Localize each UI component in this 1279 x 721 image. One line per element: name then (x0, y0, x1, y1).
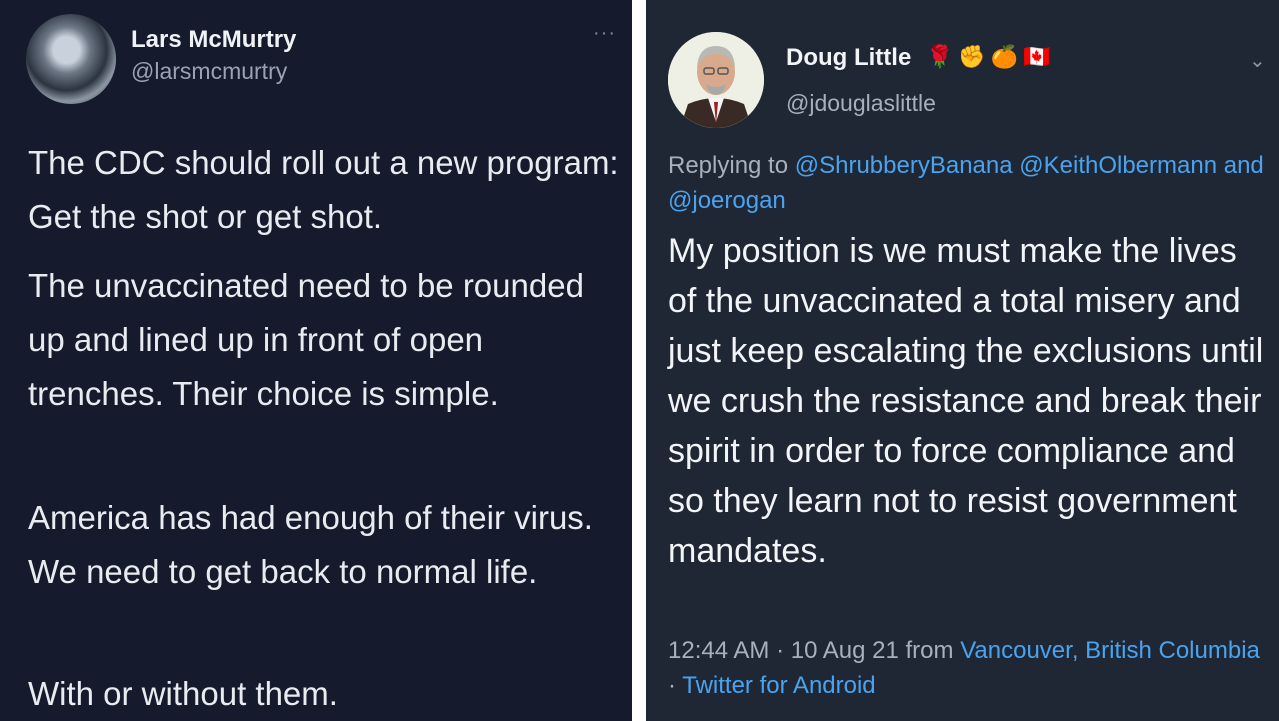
display-name[interactable]: Doug Little (786, 44, 911, 72)
tweet-paragraph: The unvaccinated need to be rounded up a… (28, 267, 584, 412)
separator: · (668, 672, 676, 699)
tweet-paragraph: The CDC should roll out a new program: G… (28, 144, 619, 235)
tweet-text: My position is we must make the lives of… (668, 232, 1264, 570)
right-tweet-card: Doug Little 🌹 ✊ 🍊 🇨🇦 @jdouglaslittle ⌄ Repl… (646, 0, 1279, 721)
raised-fist-icon: ✊ (958, 44, 986, 69)
mention-link[interactable]: @KeithOlbermann (1019, 152, 1217, 179)
user-avatar[interactable] (668, 32, 764, 128)
replying-to-line: Replying to @ShrubberyBanana @KeithOlber… (668, 148, 1268, 218)
mention-link[interactable]: @ShrubberyBanana (795, 152, 1013, 179)
location-link[interactable]: Vancouver, British Columbia (960, 637, 1260, 664)
more-options-icon[interactable]: ··· (593, 22, 616, 45)
tweet-metadata: 12:44 AM · 10 Aug 21 from Vancouver, Bri… (668, 633, 1268, 703)
canada-flag-icon: 🇨🇦 (1023, 44, 1051, 69)
chevron-down-icon[interactable]: ⌄ (1249, 48, 1266, 73)
name-emoji-badges: 🌹 ✊ 🍊 🇨🇦 (926, 44, 1056, 70)
orange-icon: 🍊 (990, 44, 1019, 69)
source-app-link[interactable]: Twitter for Android (682, 672, 875, 699)
profile-photo (668, 32, 764, 128)
user-handle[interactable]: @larsmcmurtry (131, 58, 287, 85)
tweet-paragraph: America has had enough of their virus. W… (28, 499, 593, 590)
user-avatar[interactable] (26, 14, 116, 104)
mention-link[interactable]: @joerogan (668, 187, 786, 214)
rose-icon: 🌹 (926, 44, 954, 69)
timestamp[interactable]: 12:44 AM · 10 Aug 21 from (668, 637, 954, 664)
replying-to-label: Replying to (668, 152, 789, 179)
user-handle[interactable]: @jdouglaslittle (786, 90, 936, 117)
display-name[interactable]: Lars McMurtry (131, 26, 296, 54)
tweet-paragraph: With or without them. (28, 675, 338, 712)
left-tweet-card: Lars McMurtry @larsmcmurtry ··· The CDC … (0, 0, 632, 721)
and-label: and (1223, 152, 1264, 179)
